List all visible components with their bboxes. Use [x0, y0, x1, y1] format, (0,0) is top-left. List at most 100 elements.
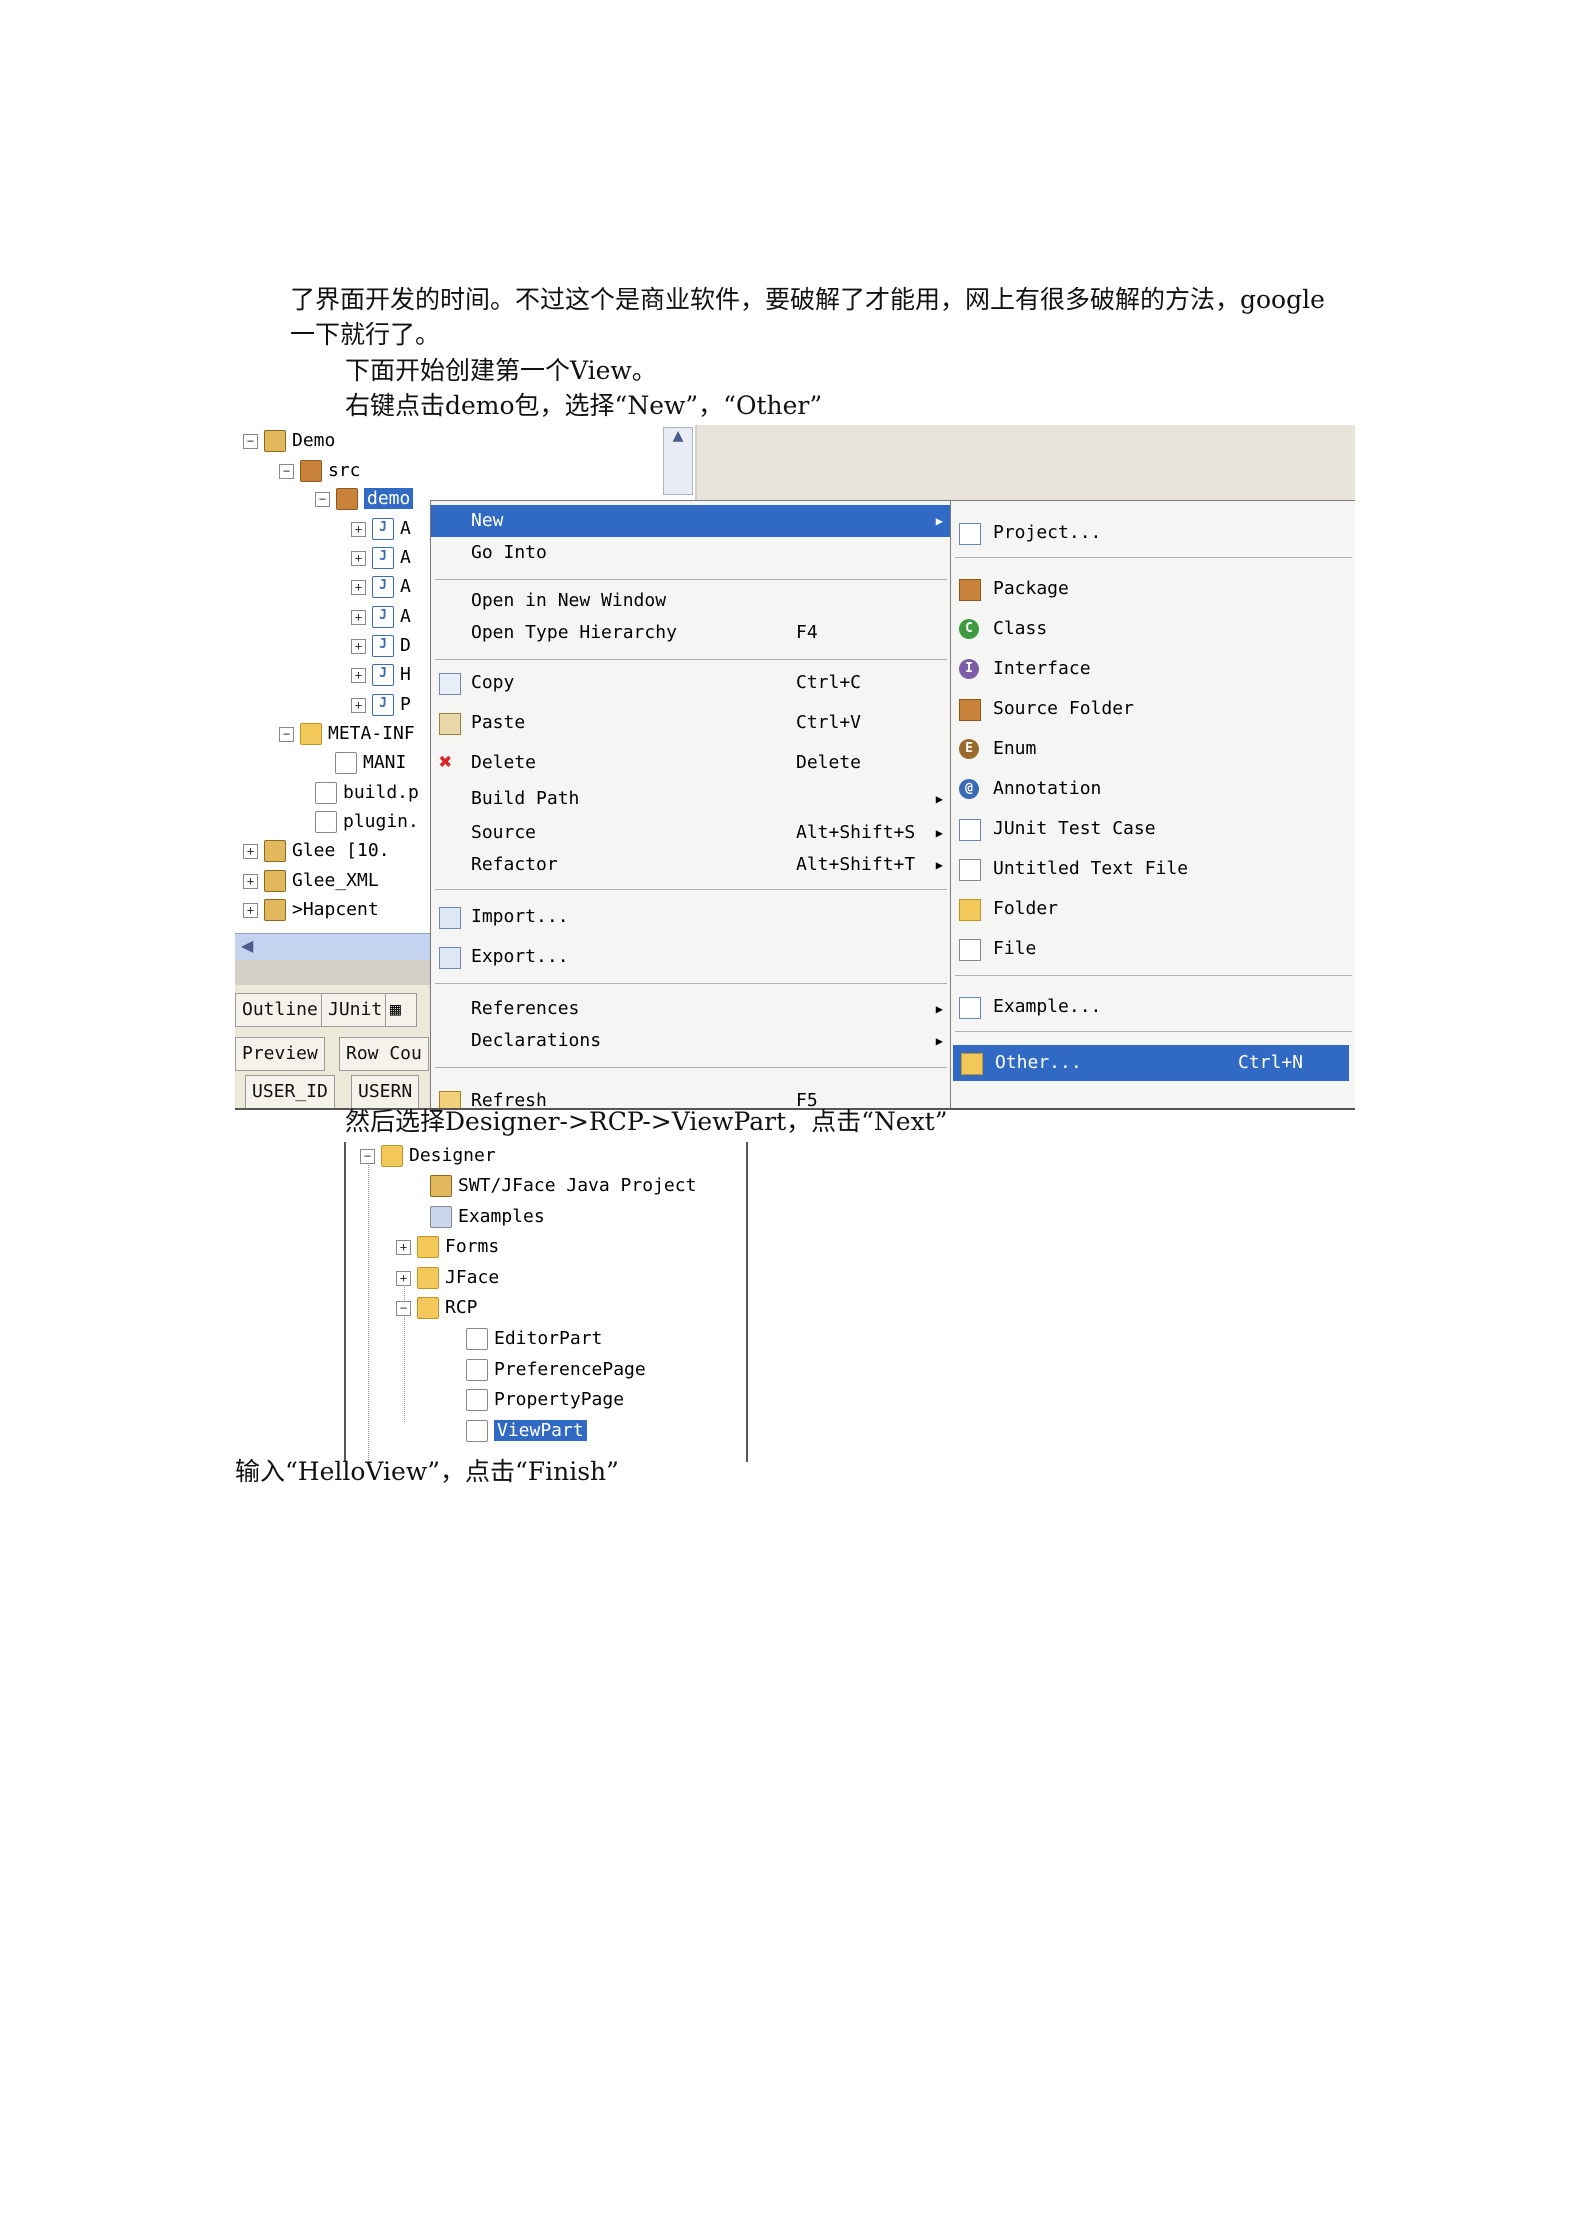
- wizard-row-designer[interactable]: − Designer: [360, 1142, 496, 1170]
- annotation-icon: @: [959, 779, 979, 799]
- expand-icon[interactable]: +: [351, 667, 366, 683]
- submenu-item-untitled-text-file[interactable]: Untitled Text File: [951, 851, 1355, 887]
- expand-icon[interactable]: +: [396, 1270, 411, 1286]
- file-icon: [959, 939, 981, 961]
- scroll-up-arrow-icon[interactable]: ▲: [664, 428, 692, 444]
- context-menu: New ▶ Go Into Open in New Window Open Typ…: [430, 500, 952, 1108]
- expand-icon[interactable]: +: [351, 521, 366, 537]
- tree-row-file-a2[interactable]: + J A: [351, 544, 411, 572]
- folder-icon: [959, 899, 981, 921]
- text-file-icon: [959, 859, 981, 881]
- menu-item-references[interactable]: References ▶: [431, 993, 951, 1025]
- menu-item-copy[interactable]: Copy Ctrl+C: [431, 667, 951, 699]
- tree-row-demo[interactable]: − Demo: [243, 427, 335, 455]
- paragraph-line-2: 一下就行了。: [290, 320, 441, 349]
- expand-icon[interactable]: +: [351, 550, 366, 566]
- tree-row-hapcent[interactable]: + >Hapcent: [243, 896, 379, 924]
- tab-junit[interactable]: JUnit: [321, 993, 390, 1027]
- submenu-item-enum[interactable]: E Enum: [951, 731, 1355, 767]
- java-file-icon: J: [372, 547, 394, 569]
- properties-file-icon: [315, 782, 337, 804]
- submenu-item-junit-test-case[interactable]: JUnit Test Case: [951, 811, 1355, 847]
- example-icon: [959, 997, 981, 1019]
- expand-icon[interactable]: +: [243, 843, 258, 859]
- tab-outline[interactable]: Outline: [235, 993, 325, 1027]
- tree-row-file-p[interactable]: + J P: [351, 691, 411, 719]
- wizard-row-swt-jface-project[interactable]: SWT/JFace Java Project: [430, 1172, 696, 1200]
- submenu-item-other[interactable]: Other... Ctrl+N: [953, 1045, 1349, 1081]
- menu-item-declarations[interactable]: Declarations ▶: [431, 1025, 951, 1057]
- expand-icon[interactable]: +: [243, 873, 258, 889]
- tree-row-build[interactable]: build.p: [315, 779, 419, 807]
- wizard-row-propertypage[interactable]: PropertyPage: [466, 1386, 624, 1414]
- menu-item-go-into[interactable]: Go Into: [431, 537, 951, 569]
- paragraph-right-click: 右键点击demo包，选择“New”，“Other”: [345, 391, 823, 420]
- tree-row-glee[interactable]: + Glee [10.: [243, 837, 390, 865]
- wizard-row-jface[interactable]: + JFace: [396, 1264, 499, 1292]
- source-folder-icon: [300, 460, 322, 482]
- vertical-scrollbar[interactable]: ▲: [663, 427, 693, 495]
- menu-item-new[interactable]: New ▶: [431, 505, 951, 537]
- collapse-icon[interactable]: −: [396, 1300, 411, 1316]
- tab-row-count[interactable]: Row Cou: [339, 1037, 429, 1071]
- tree-row-demo-package[interactable]: − demo: [315, 485, 414, 513]
- tree-row-file-h[interactable]: + J H: [351, 661, 411, 689]
- menu-item-source[interactable]: Source Alt+Shift+S ▶: [431, 817, 951, 849]
- expand-icon[interactable]: +: [351, 697, 366, 713]
- menu-item-paste[interactable]: Paste Ctrl+V: [431, 707, 951, 739]
- collapse-icon[interactable]: −: [279, 726, 294, 742]
- submenu-item-folder[interactable]: Folder: [951, 891, 1355, 927]
- expand-icon[interactable]: +: [351, 609, 366, 625]
- submenu-item-project[interactable]: Project...: [951, 515, 1355, 551]
- submenu-arrow-icon: ▶: [935, 1034, 943, 1048]
- submenu-item-interface[interactable]: I Interface: [951, 651, 1355, 687]
- other-wizard-icon: [961, 1053, 983, 1075]
- expand-icon[interactable]: +: [396, 1239, 411, 1255]
- submenu-item-source-folder[interactable]: Source Folder: [951, 691, 1355, 727]
- java-file-icon: J: [372, 694, 394, 716]
- project-icon: [264, 870, 286, 892]
- column-username: USERN: [351, 1075, 420, 1108]
- folder-icon: [300, 723, 322, 745]
- expand-icon[interactable]: +: [351, 638, 366, 654]
- menu-item-open-type-hierarchy[interactable]: Open Type Hierarchy F4: [431, 617, 951, 649]
- expand-icon[interactable]: +: [351, 579, 366, 595]
- tree-row-glee-xml[interactable]: + Glee_XML: [243, 867, 379, 895]
- wizard-row-viewpart[interactable]: ViewPart: [466, 1417, 587, 1445]
- wizard-row-preferencepage[interactable]: PreferencePage: [466, 1356, 646, 1384]
- tree-row-plugin[interactable]: plugin.: [315, 808, 419, 836]
- tree-row-file-d[interactable]: + J D: [351, 632, 411, 660]
- table-view-icon[interactable]: ▦: [385, 993, 417, 1027]
- collapse-icon[interactable]: −: [315, 491, 330, 507]
- wizard-row-rcp[interactable]: − RCP: [396, 1294, 478, 1322]
- tree-row-src[interactable]: − src: [279, 457, 361, 485]
- submenu-item-annotation[interactable]: @ Annotation: [951, 771, 1355, 807]
- collapse-icon[interactable]: −: [243, 433, 258, 449]
- submenu-item-class[interactable]: C Class: [951, 611, 1355, 647]
- tree-row-meta-inf[interactable]: − META-INF: [279, 720, 415, 748]
- menu-item-refactor[interactable]: Refactor Alt+Shift+T ▶: [431, 849, 951, 881]
- tree-row-file-a4[interactable]: + J A: [351, 603, 411, 631]
- submenu-arrow-icon: ▶: [935, 514, 943, 528]
- submenu-item-package[interactable]: Package: [951, 571, 1355, 607]
- wizard-row-editorpart[interactable]: EditorPart: [466, 1325, 602, 1353]
- wizard-row-examples[interactable]: Examples: [430, 1203, 545, 1231]
- expand-icon[interactable]: +: [243, 902, 258, 918]
- menu-item-open-new-window[interactable]: Open in New Window: [431, 585, 951, 617]
- tree-row-file-a3[interactable]: + J A: [351, 573, 411, 601]
- tree-row-file-a1[interactable]: + J A: [351, 515, 411, 543]
- collapse-icon[interactable]: −: [360, 1148, 375, 1164]
- menu-item-import[interactable]: Import...: [431, 901, 951, 933]
- paragraph-select-viewpart: 然后选择Designer->RCP->ViewPart，点击“Next”: [345, 1107, 948, 1136]
- menu-item-export[interactable]: Export...: [431, 941, 951, 973]
- menu-item-build-path[interactable]: Build Path ▶: [431, 783, 951, 815]
- tree-row-manifest[interactable]: MANI: [335, 749, 406, 777]
- tab-preview[interactable]: Preview: [235, 1037, 325, 1071]
- collapse-icon[interactable]: −: [279, 463, 294, 479]
- new-project-icon: [959, 523, 981, 545]
- submenu-item-file[interactable]: File: [951, 931, 1355, 967]
- wizard-row-forms[interactable]: + Forms: [396, 1233, 499, 1261]
- menu-item-delete[interactable]: ✖ Delete Delete: [431, 747, 951, 779]
- submenu-item-example[interactable]: Example...: [951, 989, 1355, 1025]
- scroll-left-arrow-icon[interactable]: ◀: [241, 936, 253, 955]
